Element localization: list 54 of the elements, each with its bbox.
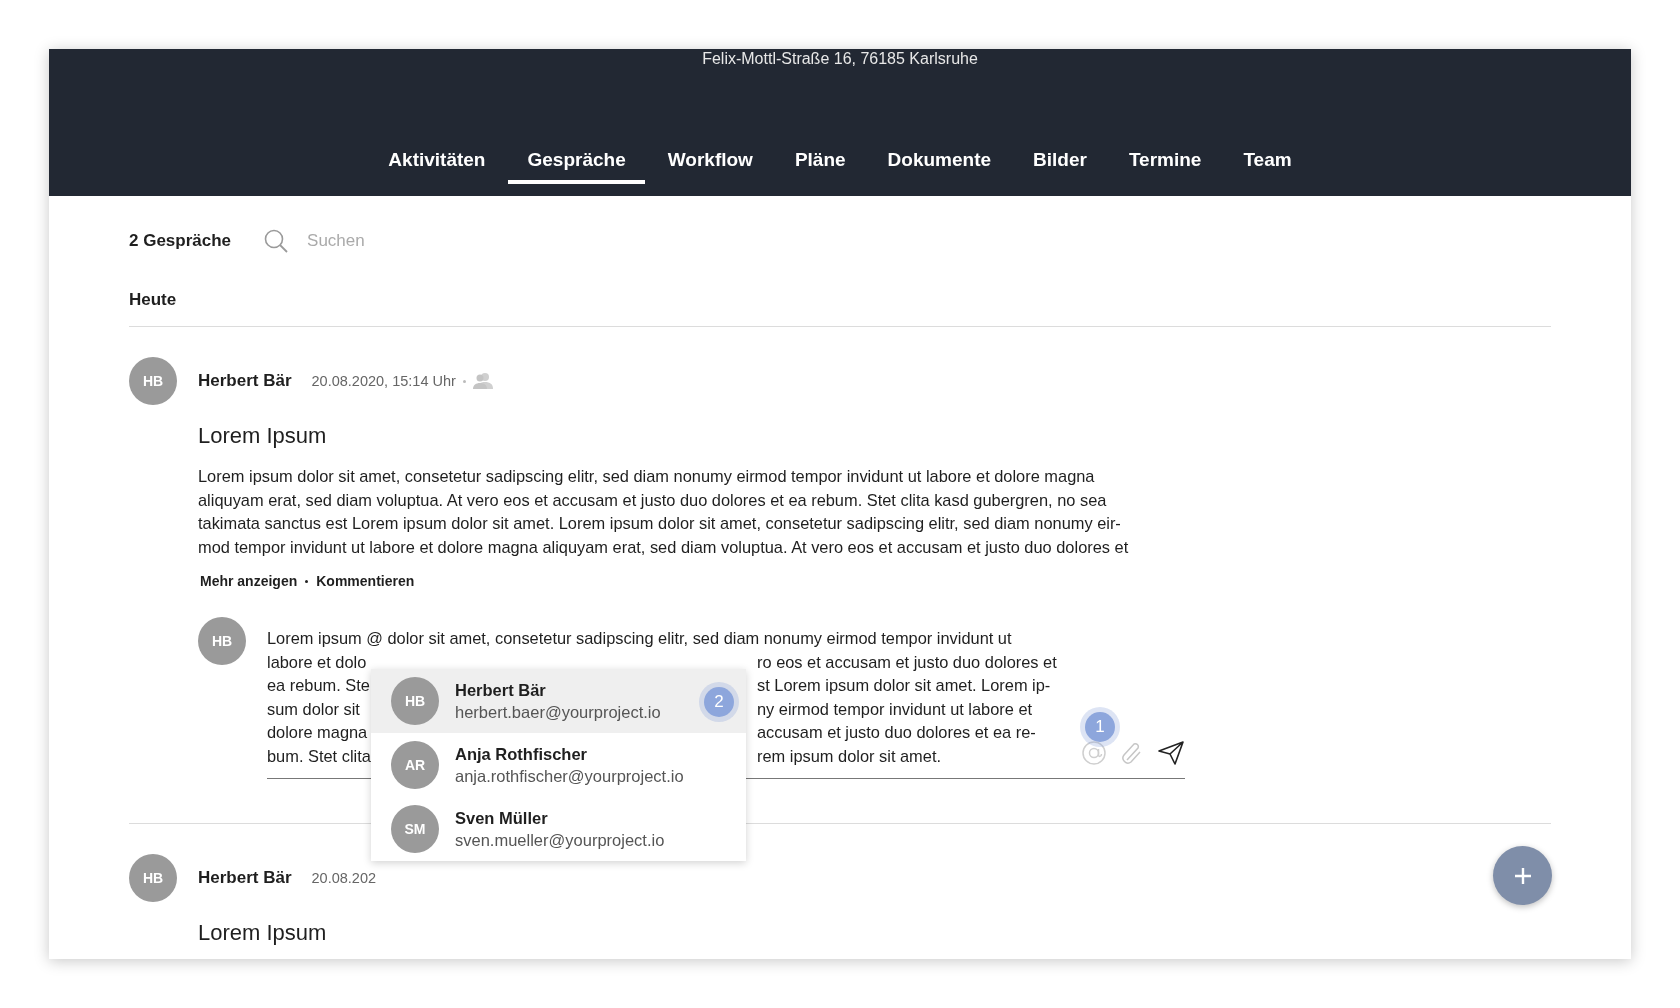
comment-text: ro eos et accusam et justo duo dolores et <box>757 651 1057 673</box>
comment-text: rem ipsum dolor sit amet. <box>757 745 941 767</box>
nav-tab[interactable]: Gespräche <box>508 137 645 184</box>
nav-tab[interactable]: Team <box>1224 137 1311 184</box>
section-heading: Heute <box>129 290 178 310</box>
mention-option[interactable]: SM Sven Müller sven.mueller@yourproject.io <box>371 797 746 861</box>
mention-name: Anja Rothfischer <box>455 744 589 764</box>
mention-name: Sven Müller <box>455 808 549 828</box>
step-marker: 1 <box>1085 712 1115 742</box>
comment-text: accusam et justo duo dolores et ea re- <box>757 722 1036 743</box>
send-icon[interactable] <box>1157 740 1185 766</box>
add-button[interactable] <box>1493 846 1552 905</box>
mention-option[interactable]: HB Herbert Bär herbert.baer@yourproject.io 2 <box>371 669 746 733</box>
avatar: SM <box>391 805 439 853</box>
search-icon <box>263 228 290 254</box>
post-date: 20.08.2020, 15:14 Uhr <box>311 373 456 389</box>
mention-option[interactable]: AR Anja Rothfischer anja.rothfischer@yourproject.io <box>371 733 746 797</box>
comment-text: ny eirmod tempor invidunt ut labore et <box>757 698 1033 720</box>
post-action-link[interactable]: Kommentieren <box>316 573 415 589</box>
mention-email: herbert.baer@yourproject.io <box>455 702 661 722</box>
avatar: HB <box>129 357 177 405</box>
nav-tab[interactable]: Dokumente <box>868 137 1011 184</box>
avatar: HB <box>391 677 439 725</box>
post-title: Lorem Ipsum <box>198 423 328 449</box>
author-name: Herbert Bär <box>198 371 292 391</box>
comment-text: sum dolor sit <box>267 698 361 720</box>
people-icon <box>472 372 493 390</box>
mention-email: anja.rothfischer@yourproject.io <box>455 766 684 786</box>
project-address: Felix-Mottl-Straße 16, 76185 Karlsruhe <box>702 49 978 69</box>
step-marker: 2 <box>704 687 734 717</box>
at-sign-icon[interactable] <box>1081 740 1107 766</box>
avatar: HB <box>129 854 177 902</box>
comment-text: bum. Stet clita <box>267 745 372 767</box>
post-date: 20.08.202 <box>311 870 377 886</box>
nav-tab[interactable]: Workflow <box>648 137 772 184</box>
comment-text: labore et dolo <box>267 651 368 673</box>
comment-text: Lorem ipsum @ dolor sit amet, consetetur sadipscing elitr, sed diam nonumy eirmod tempor invidunt ut <box>267 628 1012 649</box>
comment-text: ea rebum. Ste <box>267 675 371 696</box>
nav-tab[interactable]: Pläne <box>775 137 865 184</box>
mention-name: Herbert Bär <box>455 680 547 700</box>
avatar: HB <box>198 617 246 665</box>
nav-tab[interactable]: Bilder <box>1014 137 1106 184</box>
conversation-count: 2 Gespräche <box>129 231 232 251</box>
post-title: Lorem Ipsum <box>198 920 328 946</box>
comment-text: dolore magna <box>267 722 369 743</box>
nav-tab[interactable]: Aktivitäten <box>369 137 505 184</box>
mention-email: sven.mueller@yourproject.io <box>455 830 665 850</box>
post-action-link[interactable]: Mehr anzeigen <box>200 573 298 589</box>
avatar: AR <box>391 741 439 789</box>
author-name: Herbert Bär <box>198 868 292 888</box>
comment-text: st Lorem ipsum dolor sit amet. Lorem ip- <box>757 675 1051 696</box>
post-text: Lorem ipsum dolor sit amet, consetetur sadipscing elitr, sed diam nonumy eirmod tempor invidunt ut labore et dolore magna aliquyam erat, sed diam voluptua. At vero eos et accusam et justo duo dolores et ea rebum. Stet clita kasd gubergren, no sea takimata sanctus est Lorem ipsum dolor sit amet. Lorem ipsum dolor sit amet, consetetur sadipscing elitr, sed diam nonumy eir- mod tempor invidunt ut labore et dolore magna aliquyam erat, sed diam voluptua. At vero eos et accusam et justo duo dolores et <box>198 466 1130 558</box>
nav-tab[interactable]: Termine <box>1109 137 1221 184</box>
plus-icon <box>1512 865 1533 886</box>
